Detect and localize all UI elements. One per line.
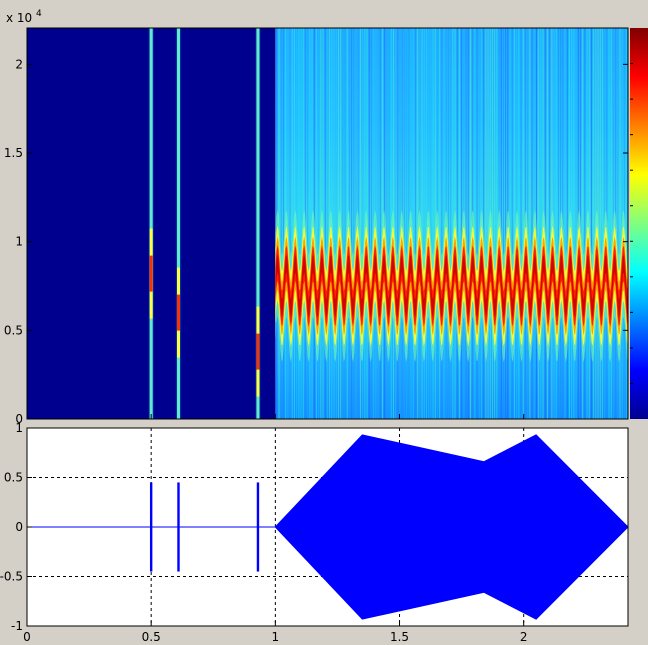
colorbar-gradient — [630, 28, 648, 419]
wave-x-tick-label-0: 0 — [23, 630, 31, 644]
sweep-texture-11 — [300, 28, 302, 419]
sweep-texture-80 — [452, 28, 454, 419]
sweep-texture-140 — [584, 28, 586, 419]
sweep-texture-108 — [513, 28, 515, 419]
sweep-texture-42 — [368, 28, 370, 419]
wave-x-tick-label-4: 2 — [520, 630, 528, 644]
burst-peak-2 — [256, 333, 260, 370]
sweep-texture-31 — [344, 28, 346, 419]
colorbar — [630, 28, 648, 419]
sweep-texture-50 — [386, 28, 388, 419]
sweep-texture-98 — [491, 28, 493, 419]
sweep-texture-92 — [478, 28, 480, 419]
sweep-texture-46 — [377, 28, 379, 419]
sweep-texture-143 — [590, 28, 592, 419]
spectrogram-axes: 00.511.52 x 10 4 — [4, 9, 629, 426]
sweep-texture-90 — [474, 28, 476, 419]
sweep-texture-112 — [522, 28, 524, 419]
sweep-texture-54 — [395, 28, 397, 419]
sweep-texture-156 — [619, 28, 621, 419]
sweep-texture-76 — [443, 28, 445, 419]
wave-x-tick-label-3: 1.5 — [390, 630, 409, 644]
wave-y-tick-label-3: 0.5 — [4, 471, 23, 485]
sweep-texture-35 — [353, 28, 355, 419]
wave-burst-1 — [177, 482, 180, 572]
spec-y-tick-label-4: 2 — [15, 57, 23, 71]
spec-y-tick-label-1: 0.5 — [4, 323, 23, 337]
sweep-texture-58 — [403, 28, 405, 419]
sweep-texture-6 — [289, 28, 291, 419]
sweep-texture-62 — [412, 28, 414, 419]
sweep-texture-124 — [549, 28, 551, 419]
sweep-texture-116 — [531, 28, 533, 419]
sweep-texture-139 — [582, 28, 584, 419]
wave-x-tick-label-1: 0.5 — [142, 630, 161, 644]
sweep-texture-155 — [617, 28, 619, 419]
sweep-texture-22 — [324, 28, 326, 419]
sweep-texture-136 — [575, 28, 577, 419]
spec-y-tick-label-2: 1 — [15, 235, 23, 249]
sweep-texture-27 — [335, 28, 337, 419]
spectrogram-y-exponent: x 10 4 — [6, 9, 42, 25]
sweep-texture-38 — [359, 28, 361, 419]
sweep-texture-120 — [540, 28, 542, 419]
sweep-texture-159 — [626, 28, 628, 419]
sweep-texture-74 — [439, 28, 441, 419]
wave-y-tick-label-1: -0.5 — [0, 570, 23, 584]
sweep-texture-144 — [593, 28, 595, 419]
wave-y-tick-label-0: -1 — [11, 619, 23, 633]
sweep-texture-96 — [487, 28, 489, 419]
wave-y-tick-label-2: 0 — [15, 520, 23, 534]
sweep-texture-3 — [282, 28, 284, 419]
burst-peak-1 — [176, 294, 180, 331]
sweep-texture-78 — [447, 28, 449, 419]
sweep-texture-148 — [601, 28, 603, 419]
sweep-texture-66 — [421, 28, 423, 419]
sweep-texture-34 — [351, 28, 353, 419]
sweep-texture-135 — [573, 28, 575, 419]
sweep-texture-18 — [315, 28, 317, 419]
sweep-texture-7 — [291, 28, 293, 419]
burst-line-1 — [176, 28, 180, 419]
waveform-axes: 0 0.5 1 1.5 2 -1 -0.5 0 0.5 1 — [0, 421, 629, 644]
sweep-texture-100 — [496, 28, 498, 419]
sweep-texture-104 — [505, 28, 507, 419]
spec-y-tick-label-3: 1.5 — [4, 146, 23, 160]
wave-y-tick-label-4: 1 — [15, 421, 23, 435]
wave-burst-0 — [149, 482, 153, 572]
wave-x-tick-label-2: 1 — [272, 630, 280, 644]
burst-line-0 — [149, 28, 153, 419]
sweep-texture-39 — [362, 28, 364, 419]
sweep-texture-94 — [483, 28, 485, 419]
figure: 0 0.5 1 1.5 2 x 10 4 0 0.5 1 1.5 2 -1 -0.5 0 0.5 1 — [0, 9, 648, 644]
sweep-texture-26 — [333, 28, 335, 419]
sweep-texture-23 — [326, 28, 328, 419]
wave-burst-2 — [256, 482, 260, 572]
sweep-texture-86 — [465, 28, 467, 419]
exponent-base: x 10 — [6, 11, 32, 25]
sweep-texture-128 — [557, 28, 559, 419]
sweep-texture-70 — [430, 28, 432, 419]
sweep-texture-43 — [370, 28, 372, 419]
exponent-power: 4 — [36, 9, 42, 19]
sweep-texture-82 — [456, 28, 458, 419]
sweep-texture-88 — [469, 28, 471, 419]
sweep-texture-15 — [309, 28, 311, 419]
sweep-texture-131 — [564, 28, 566, 419]
sweep-texture-132 — [566, 28, 568, 419]
sweep-texture-147 — [599, 28, 601, 419]
sweep-texture-72 — [434, 28, 436, 419]
sweep-texture-14 — [307, 28, 309, 419]
sweep-texture-19 — [318, 28, 320, 419]
sweep-texture-151 — [608, 28, 610, 419]
sweep-texture-30 — [342, 28, 344, 419]
sweep-texture-84 — [461, 28, 463, 419]
burst-peak-0 — [149, 255, 153, 292]
sweep-texture-152 — [610, 28, 612, 419]
